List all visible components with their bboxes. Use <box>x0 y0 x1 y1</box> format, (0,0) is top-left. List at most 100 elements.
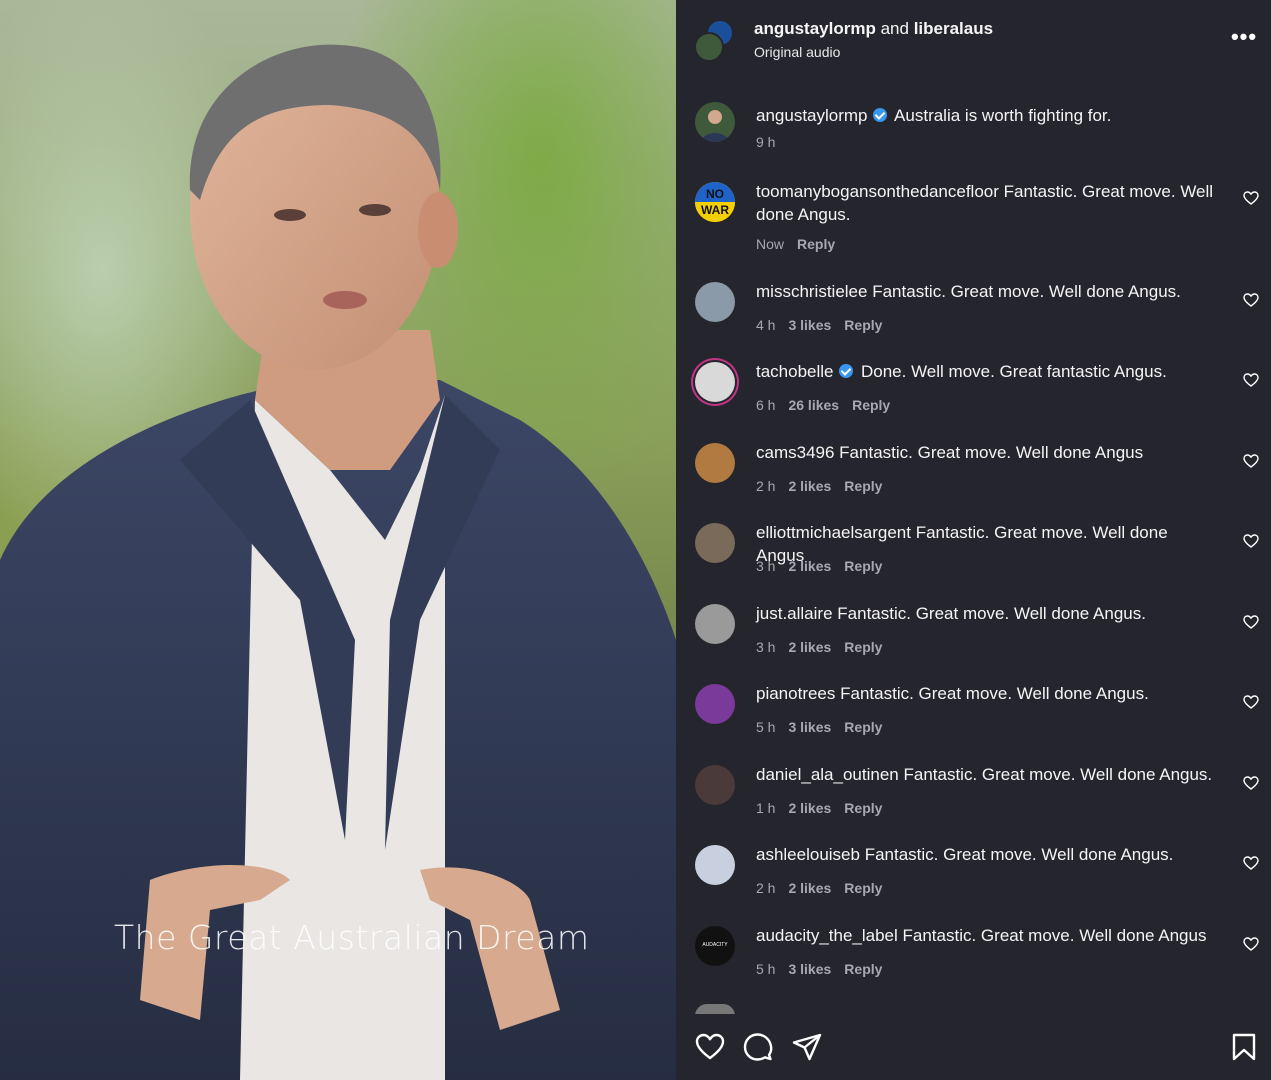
like-comment-heart-icon[interactable] <box>1243 533 1259 549</box>
comment-meta: 5 h 3 likes Reply <box>756 961 895 977</box>
comment-username[interactable]: angustaylormp <box>756 106 868 125</box>
like-comment-heart-icon[interactable] <box>1243 694 1259 710</box>
comment-text: audacity_the_label Fantastic. Great move… <box>756 924 1216 947</box>
avatar[interactable]: NO WAR <box>695 182 735 222</box>
comment-time: 3 h <box>756 639 776 655</box>
comment-meta: 2 h 2 likes Reply <box>756 880 895 896</box>
comment-text: misschristielee Fantastic. Great move. W… <box>756 280 1216 303</box>
comment-meta: 1 h 2 likes Reply <box>756 800 895 816</box>
header-user-1[interactable]: angustaylormp <box>754 19 876 38</box>
comment-likes[interactable]: 3 likes <box>788 961 831 977</box>
avatar[interactable] <box>695 443 735 483</box>
like-comment-heart-icon[interactable] <box>1243 372 1259 388</box>
reply-button[interactable]: Reply <box>844 800 882 816</box>
comment-meta: 6 h 26 likes Reply <box>756 397 903 413</box>
comment-likes[interactable]: 2 likes <box>788 800 831 816</box>
like-comment-heart-icon[interactable] <box>1243 936 1259 952</box>
comment-text: daniel_ala_outinen Fantastic. Great move… <box>756 763 1216 786</box>
comment-username[interactable]: misschristielee <box>756 282 867 301</box>
like-comment-heart-icon[interactable] <box>1243 190 1259 206</box>
avatar[interactable] <box>695 845 735 885</box>
comment-time: Now <box>756 236 785 252</box>
comment-likes[interactable]: 26 likes <box>788 397 839 413</box>
reply-button[interactable]: Reply <box>844 558 882 574</box>
comment-likes[interactable]: 3 likes <box>788 719 831 735</box>
collab-avatars[interactable] <box>694 19 738 63</box>
share-icon[interactable] <box>792 1032 822 1062</box>
comment-text: cams3496 Fantastic. Great move. Well don… <box>756 441 1216 464</box>
like-comment-heart-icon[interactable] <box>1243 614 1259 630</box>
comment-body: Fantastic. Great move. Well done Angus. <box>840 684 1149 703</box>
comment-username[interactable]: pianotrees <box>756 684 835 703</box>
comment-likes[interactable]: 2 likes <box>788 639 831 655</box>
comment-likes[interactable]: 3 likes <box>788 317 831 333</box>
comment-username[interactable]: toomanybogansonthedancefloor <box>756 182 999 201</box>
verified-badge-icon <box>873 108 888 122</box>
reply-button[interactable]: Reply <box>852 397 890 413</box>
comment-username[interactable]: elliottmichaelsargent <box>756 523 911 542</box>
avatar-logo-text: AUDACITY <box>702 942 728 948</box>
reply-button[interactable]: Reply <box>797 236 835 252</box>
like-comment-heart-icon[interactable] <box>1243 775 1259 791</box>
comment-icon[interactable] <box>743 1032 773 1062</box>
comment-meta: 3 h 2 likes Reply <box>756 639 895 655</box>
avatar[interactable]: AUDACITY <box>695 926 735 966</box>
avatar[interactable] <box>695 684 735 724</box>
video-caption: The Great Australian Dream <box>114 918 590 957</box>
comments-panel: angustaylormp and liberalaus Original au… <box>676 0 1271 1080</box>
comment-time: 2 h <box>756 880 776 896</box>
comment-username[interactable]: ashleelouiseb <box>756 845 860 864</box>
comment-likes[interactable]: 2 likes <box>788 880 831 896</box>
header-title: angustaylormp and liberalaus <box>754 19 993 39</box>
comment-time: 5 h <box>756 719 776 735</box>
comment-time: 1 h <box>756 800 776 816</box>
reply-button[interactable]: Reply <box>844 639 882 655</box>
reel-video[interactable]: The Great Australian Dream <box>0 0 676 1080</box>
like-comment-heart-icon[interactable] <box>1243 453 1259 469</box>
comment-text: toomanybogansonthedancefloor Fantastic. … <box>756 180 1216 226</box>
avatar[interactable] <box>695 102 735 142</box>
header-joiner: and <box>880 19 909 38</box>
comment-body: Fantastic. Great move. Well done Angus. <box>864 845 1174 864</box>
comment-username[interactable]: just.allaire <box>756 604 833 623</box>
comment-username[interactable]: tachobelle <box>756 362 834 381</box>
comment-text: ashleelouiseb Fantastic. Great move. Wel… <box>756 843 1216 866</box>
reply-button[interactable]: Reply <box>844 880 882 896</box>
comment-likes[interactable]: 2 likes <box>788 478 831 494</box>
reel-header: angustaylormp and liberalaus Original au… <box>676 0 1271 80</box>
avatar[interactable] <box>695 282 735 322</box>
reply-button[interactable]: Reply <box>844 961 882 977</box>
comment-body: Fantastic. Great move. Well done Angus <box>902 926 1207 945</box>
reply-button[interactable]: Reply <box>844 719 882 735</box>
avatar[interactable] <box>695 765 735 805</box>
comment-text: just.allaire Fantastic. Great move. Well… <box>756 602 1216 625</box>
comment-username[interactable]: cams3496 <box>756 443 834 462</box>
like-comment-heart-icon[interactable] <box>1243 292 1259 308</box>
reply-button[interactable]: Reply <box>844 478 882 494</box>
header-user-2[interactable]: liberalaus <box>914 19 993 38</box>
comment-body: Fantastic. Great move. Well done Angus <box>839 443 1144 462</box>
like-comment-heart-icon[interactable] <box>1243 855 1259 871</box>
reply-button[interactable]: Reply <box>844 317 882 333</box>
avatar[interactable] <box>695 362 735 402</box>
comment-meta: 9 h <box>756 134 788 150</box>
comment-meta: 5 h 3 likes Reply <box>756 719 895 735</box>
comment-text: tachobelle Done. Well move. Great fantas… <box>756 360 1216 383</box>
verified-badge-icon <box>839 364 854 378</box>
action-bar <box>676 1014 1271 1080</box>
avatar[interactable] <box>695 523 735 563</box>
comment-body: Fantastic. Great move. Well done Angus. <box>872 282 1181 301</box>
heart-icon[interactable] <box>695 1032 725 1062</box>
comment-meta: 4 h 3 likes Reply <box>756 317 895 333</box>
avatar[interactable] <box>695 604 735 644</box>
more-horizontal-icon[interactable]: ••• <box>1224 26 1264 50</box>
comment-text: pianotrees Fantastic. Great move. Well d… <box>756 682 1216 705</box>
comment-meta: 3 h 2 likes Reply <box>756 558 895 574</box>
comment-time: 5 h <box>756 961 776 977</box>
comment-username[interactable]: audacity_the_label <box>756 926 898 945</box>
comment-body: Done. Well move. Great fantastic Angus. <box>860 362 1167 381</box>
comment-likes[interactable]: 2 likes <box>788 558 831 574</box>
bookmark-icon[interactable] <box>1229 1032 1259 1062</box>
comment-username[interactable]: daniel_ala_outinen <box>756 765 899 784</box>
audio-label[interactable]: Original audio <box>754 44 840 60</box>
